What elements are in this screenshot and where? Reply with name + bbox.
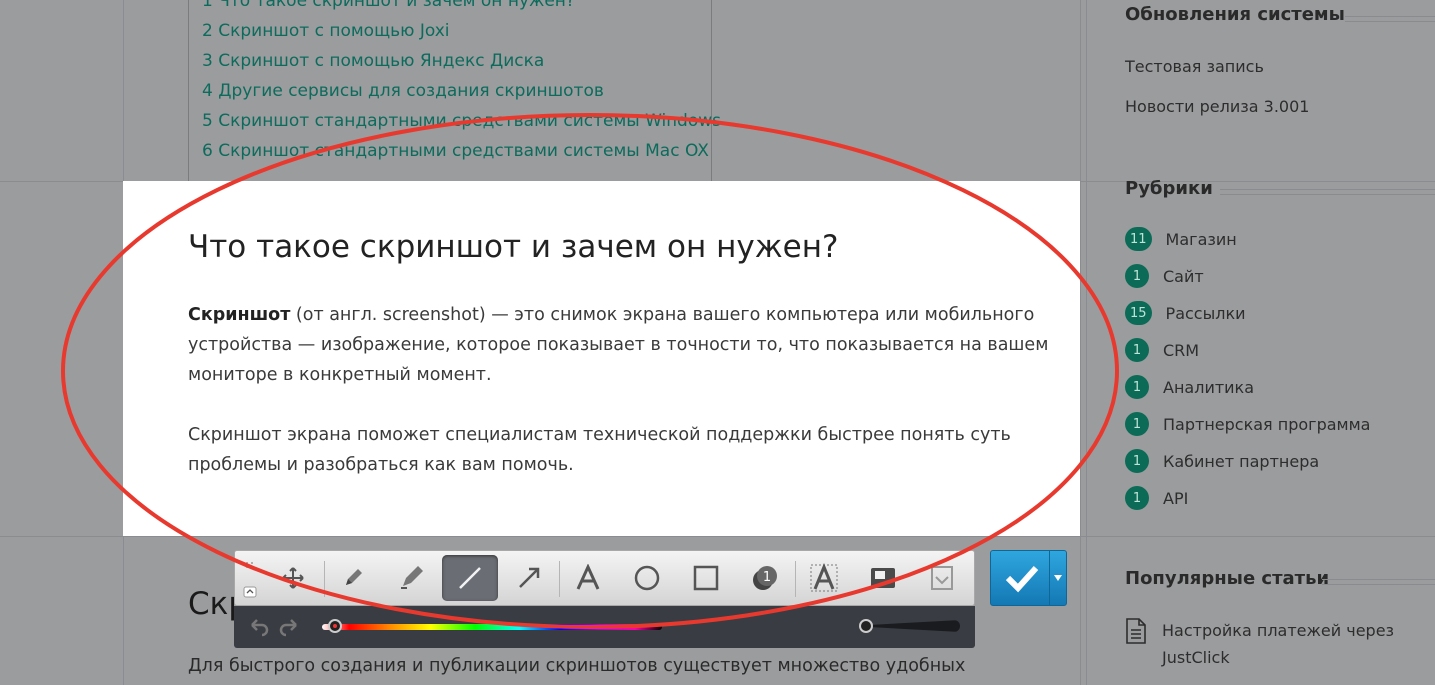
category-count: 1 bbox=[1125, 375, 1149, 399]
text-tool[interactable] bbox=[560, 555, 616, 601]
svg-text:1: 1 bbox=[763, 570, 771, 585]
category-label: Кабинет партнера bbox=[1163, 451, 1320, 471]
popular-heading: Популярные статьи bbox=[1125, 568, 1330, 589]
rectangle-icon bbox=[693, 565, 719, 591]
category-label: Магазин bbox=[1165, 229, 1237, 249]
blur-text-tool[interactable] bbox=[796, 555, 852, 601]
category-count: 1 bbox=[1125, 486, 1149, 510]
circle-icon bbox=[634, 565, 660, 591]
undo-icon[interactable] bbox=[248, 615, 270, 637]
toc-link-2[interactable]: 2 Скриншот с помощью Joxi bbox=[202, 21, 450, 41]
marker-icon bbox=[401, 566, 423, 589]
categories-heading: Рубрики bbox=[1125, 178, 1213, 199]
text-box-icon bbox=[810, 563, 838, 592]
confirm-dropdown[interactable] bbox=[1049, 551, 1066, 605]
line-icon bbox=[459, 567, 481, 589]
color-slider-handle[interactable] bbox=[328, 619, 342, 633]
sidebar-separator bbox=[1087, 536, 1435, 537]
size-slider-handle[interactable] bbox=[859, 619, 873, 633]
pencil-tool[interactable] bbox=[325, 555, 381, 601]
line-tool[interactable] bbox=[442, 555, 498, 601]
toc-link-4[interactable]: 4 Другие сервисы для создания скриншотов bbox=[202, 81, 604, 101]
layers-icon bbox=[871, 568, 895, 588]
size-slider[interactable] bbox=[862, 620, 960, 632]
toc-link-1[interactable]: 1 Что такое скриншот и зачем он нужен? bbox=[202, 0, 575, 11]
category-count: 15 bbox=[1125, 301, 1152, 325]
document-icon bbox=[1126, 618, 1146, 644]
arrow-icon bbox=[519, 567, 540, 588]
category-count: 1 bbox=[1125, 264, 1149, 288]
toolbar-settings-bar bbox=[234, 606, 975, 648]
toc-link-6[interactable]: 6 Скриншот стандартными средствами систе… bbox=[202, 141, 709, 161]
color-slider[interactable] bbox=[322, 624, 662, 630]
category-label: Рассылки bbox=[1165, 303, 1246, 323]
popular-article-link[interactable]: Настройка платежей через bbox=[1162, 621, 1394, 640]
next-section-paragraph: Для быстрого создания и публикации скрин… bbox=[188, 656, 966, 676]
category-item-api[interactable]: 1 API bbox=[1125, 486, 1188, 510]
category-item-mailing[interactable]: 15 Рассылки bbox=[1125, 301, 1246, 325]
rectangle-tool[interactable] bbox=[678, 555, 734, 601]
heading-rule bbox=[1345, 16, 1435, 22]
category-item-partner-cabinet[interactable]: 1 Кабинет партнера bbox=[1125, 449, 1319, 473]
category-label: Сайт bbox=[1163, 266, 1204, 286]
sidebar-divider bbox=[1086, 0, 1087, 685]
category-label: CRM bbox=[1163, 340, 1200, 360]
selection-guide-right bbox=[1080, 0, 1081, 685]
category-count: 1 bbox=[1125, 338, 1149, 362]
popular-article-link-cont[interactable]: JustClick bbox=[1162, 648, 1230, 667]
ellipse-tool[interactable] bbox=[619, 555, 675, 601]
pencil-icon bbox=[346, 569, 362, 585]
numbered-marker-icon: 1 bbox=[753, 566, 777, 590]
table-of-contents: 1 Что такое скриншот и зачем он нужен? 2… bbox=[188, 0, 721, 184]
move-icon bbox=[282, 567, 304, 589]
article-heading: Что такое скриншот и зачем он нужен? bbox=[188, 229, 839, 265]
category-item-affiliate[interactable]: 1 Партнерская программа bbox=[1125, 412, 1370, 436]
chevron-down-icon bbox=[1054, 575, 1062, 581]
category-item-analytics[interactable]: 1 Аналитика bbox=[1125, 375, 1254, 399]
category-label: Партнерская программа bbox=[1163, 414, 1371, 434]
term-bold: Скриншот bbox=[188, 305, 291, 325]
update-link-1[interactable]: Тестовая запись bbox=[1125, 57, 1264, 76]
category-count: 1 bbox=[1125, 412, 1149, 436]
number-tool[interactable]: 1 bbox=[737, 555, 793, 601]
marker-tool[interactable] bbox=[383, 555, 439, 601]
category-item-site[interactable]: 1 Сайт bbox=[1125, 264, 1204, 288]
category-count: 1 bbox=[1125, 449, 1149, 473]
article-paragraph-2: Скриншот экрана поможет специалистам тех… bbox=[188, 425, 1011, 475]
heading-rule bbox=[1220, 189, 1435, 195]
confirm-button[interactable] bbox=[990, 550, 1067, 606]
updates-heading: Обновления системы bbox=[1125, 4, 1345, 25]
more-tool[interactable] bbox=[914, 555, 970, 601]
redo-icon[interactable] bbox=[278, 615, 300, 637]
download-icon bbox=[931, 566, 953, 590]
update-link-2[interactable]: Новости релиза 3.001 bbox=[1125, 97, 1309, 116]
drag-handle-icon[interactable] bbox=[243, 559, 257, 599]
crop-tool[interactable] bbox=[855, 555, 911, 601]
toc-link-5[interactable]: 5 Скриншот стандартными средствами систе… bbox=[202, 111, 721, 131]
category-item-crm[interactable]: 1 CRM bbox=[1125, 338, 1199, 362]
category-count: 11 bbox=[1125, 227, 1152, 251]
checkmark-icon bbox=[1005, 565, 1039, 593]
category-label: Аналитика bbox=[1163, 377, 1255, 397]
arrow-tool[interactable] bbox=[501, 555, 557, 601]
category-label: API bbox=[1163, 488, 1189, 508]
heading-rule bbox=[1322, 579, 1435, 585]
annotation-toolbar: 1 bbox=[234, 550, 975, 606]
category-item-shop[interactable]: 11 Магазин bbox=[1125, 227, 1237, 251]
definition-text: (от англ. screenshot) — это снимок экран… bbox=[188, 305, 1049, 385]
article-paragraph-1: Скриншот (от англ. screenshot) — это сни… bbox=[188, 300, 1068, 390]
move-tool[interactable] bbox=[265, 555, 321, 601]
text-icon bbox=[576, 564, 600, 590]
toc-link-3[interactable]: 3 Скриншот с помощью Яндекс Диска bbox=[202, 51, 544, 71]
